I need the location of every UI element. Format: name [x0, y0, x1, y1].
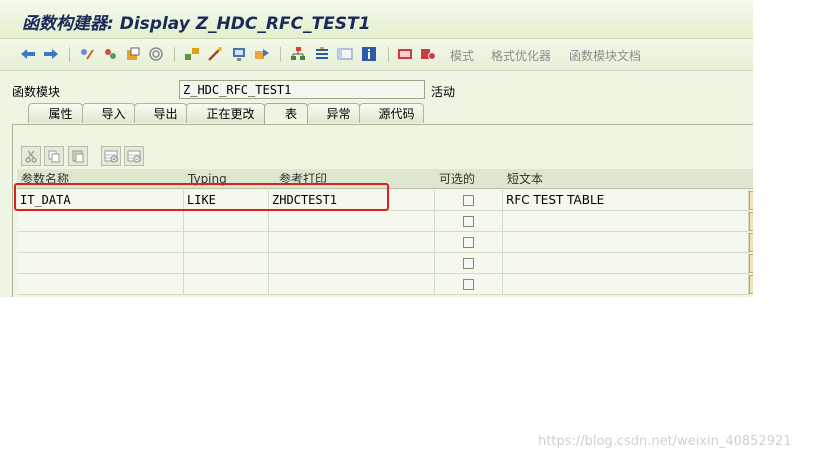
pretty-printer-icon[interactable]: [420, 46, 436, 62]
application-toolbar: 模式 格式优化器 函数模块文档: [0, 39, 753, 71]
tab-exceptions[interactable]: 异常: [307, 103, 360, 123]
table-cell-param-name[interactable]: [17, 232, 184, 253]
function-module-doc-button[interactable]: 函数模块文档: [569, 47, 641, 64]
table-cell-typing[interactable]: [184, 211, 269, 232]
table-cell-short-text[interactable]: [503, 253, 749, 274]
table-cell-reference-type[interactable]: [269, 211, 435, 232]
activation-status: 活动: [431, 85, 456, 99]
table-cell-reference-type[interactable]: [269, 232, 435, 253]
optional-checkbox[interactable]: [463, 195, 474, 206]
table-cell-short-text[interactable]: RFC TEST TABLE: [503, 190, 749, 211]
column-header-more: [749, 169, 753, 189]
copy-icon[interactable]: [44, 146, 64, 166]
check-icon[interactable]: [102, 46, 118, 62]
toolbar-separator: [280, 47, 281, 62]
table-cell-typing[interactable]: [184, 274, 269, 295]
row-detail-button[interactable]: [749, 275, 753, 294]
tab-changing[interactable]: 正在更改: [186, 103, 265, 123]
toolbar-separator: [174, 47, 175, 62]
activate-icon[interactable]: [125, 46, 141, 62]
back-arrow-icon[interactable]: [20, 46, 36, 62]
optional-checkbox[interactable]: [463, 216, 474, 227]
table-cell-reference-type[interactable]: [269, 274, 435, 295]
where-used-icon[interactable]: [148, 46, 164, 62]
stack-icon[interactable]: [314, 46, 330, 62]
optional-checkbox[interactable]: [463, 279, 474, 290]
display-object-icon[interactable]: [231, 46, 247, 62]
pretty-printer-button[interactable]: 格式优化器: [491, 47, 551, 64]
pattern-icon[interactable]: [397, 46, 413, 62]
paste-icon[interactable]: [68, 146, 88, 166]
row-detail-button[interactable]: [749, 233, 753, 252]
row-detail-button[interactable]: [749, 191, 753, 210]
table-cell-typing[interactable]: [184, 253, 269, 274]
row-detail-button[interactable]: [749, 212, 753, 231]
column-header-optional[interactable]: 可选的: [435, 169, 503, 189]
transfer-icon[interactable]: [254, 46, 270, 62]
sap-function-builder-window: 函数构建器: Display Z_HDC_RFC_TEST1 模式 格式优化器 …: [0, 0, 753, 297]
tab-import[interactable]: 导入: [82, 103, 135, 123]
table-cell-param-name[interactable]: [17, 274, 184, 295]
info-icon[interactable]: [361, 46, 377, 62]
tab-source-code[interactable]: 源代码: [359, 103, 424, 123]
tab-attributes[interactable]: 属性: [28, 103, 83, 123]
table-cell-param-name[interactable]: [17, 211, 184, 232]
table-cell-optional: [435, 274, 503, 295]
display-change-icon[interactable]: [79, 46, 95, 62]
row-detail-button[interactable]: [749, 254, 753, 273]
function-module-label: 函数模块: [12, 85, 61, 99]
layout-icon[interactable]: [337, 46, 353, 62]
optional-checkbox[interactable]: [463, 237, 474, 248]
table-cell-param-name[interactable]: [17, 253, 184, 274]
table-cell-optional: [435, 211, 503, 232]
watermark-url: https://blog.csdn.net/weixin_40852921: [538, 434, 792, 449]
table-cell-typing[interactable]: [184, 232, 269, 253]
table-cell-optional: [435, 232, 503, 253]
table-cell-reference-type[interactable]: [269, 253, 435, 274]
table-cell-optional: [435, 190, 503, 211]
table-cell-short-text[interactable]: [503, 274, 749, 295]
table-cell-short-text[interactable]: [503, 211, 749, 232]
object-list-icon[interactable]: [184, 46, 200, 62]
cut-icon[interactable]: [21, 146, 41, 166]
pattern-button[interactable]: 模式: [450, 47, 474, 64]
function-module-field[interactable]: Z_HDC_RFC_TEST1: [179, 80, 425, 99]
magic-wand-icon[interactable]: [207, 46, 223, 62]
forward-arrow-icon[interactable]: [43, 46, 59, 62]
toolbar-separator: [69, 47, 70, 62]
insert-row-icon[interactable]: [101, 146, 121, 166]
hierarchy-icon[interactable]: [290, 46, 306, 62]
delete-row-icon[interactable]: [124, 146, 144, 166]
title-bar: 函数构建器: Display Z_HDC_RFC_TEST1: [0, 0, 753, 39]
optional-checkbox[interactable]: [463, 258, 474, 269]
highlight-annotation-box: [14, 183, 389, 211]
table-cell-optional: [435, 253, 503, 274]
tab-tables[interactable]: 表: [264, 103, 308, 125]
window-title: 函数构建器: Display Z_HDC_RFC_TEST1: [22, 14, 371, 34]
tab-export[interactable]: 导出: [134, 103, 187, 123]
column-header-short-text[interactable]: 短文本: [503, 169, 749, 189]
table-cell-short-text[interactable]: [503, 232, 749, 253]
toolbar-separator: [388, 47, 389, 62]
